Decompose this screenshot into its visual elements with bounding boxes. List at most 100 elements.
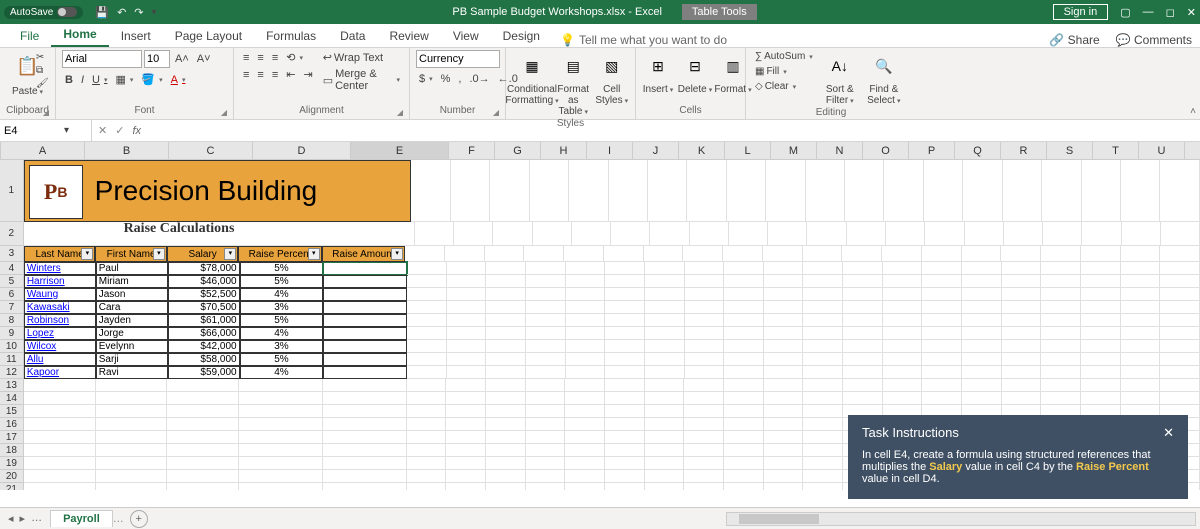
cell[interactable]: [485, 246, 525, 262]
cell[interactable]: [724, 470, 764, 483]
cell[interactable]: [963, 160, 1002, 222]
cell[interactable]: [407, 301, 447, 314]
cell[interactable]: [566, 353, 606, 366]
cell[interactable]: [447, 301, 487, 314]
cell[interactable]: [764, 405, 804, 418]
cell[interactable]: [415, 222, 454, 246]
cell[interactable]: [407, 275, 447, 288]
cell[interactable]: [645, 288, 685, 301]
cell[interactable]: [645, 366, 685, 379]
cell[interactable]: [764, 418, 804, 431]
cell-raise-percent[interactable]: 3%: [240, 340, 324, 353]
cell[interactable]: [843, 327, 883, 340]
cell[interactable]: [1121, 366, 1161, 379]
align-top-icon[interactable]: ≡: [240, 51, 252, 65]
cell[interactable]: [96, 431, 168, 444]
cell-salary[interactable]: $59,000: [168, 366, 240, 379]
cell[interactable]: [323, 405, 407, 418]
cell[interactable]: [764, 288, 804, 301]
cell[interactable]: [883, 301, 923, 314]
cell[interactable]: [1121, 392, 1161, 405]
cell[interactable]: [565, 392, 605, 405]
cell[interactable]: [486, 379, 526, 392]
conditional-formatting-icon[interactable]: ▦: [516, 50, 548, 82]
cell[interactable]: [447, 314, 487, 327]
cell[interactable]: [1081, 314, 1121, 327]
table-header[interactable]: First Name▾: [95, 246, 167, 262]
cell[interactable]: [605, 470, 645, 483]
cell[interactable]: [407, 366, 447, 379]
cell[interactable]: [486, 405, 526, 418]
cell[interactable]: [566, 366, 606, 379]
cell[interactable]: [1002, 353, 1042, 366]
insert-cells-button[interactable]: Insert: [643, 84, 674, 95]
cell[interactable]: [566, 340, 606, 353]
cell[interactable]: [645, 340, 685, 353]
cell[interactable]: [843, 288, 883, 301]
cell-firstname[interactable]: Jorge: [96, 327, 168, 340]
cell[interactable]: [1160, 340, 1200, 353]
cell[interactable]: [24, 405, 96, 418]
cell[interactable]: [843, 301, 883, 314]
cell[interactable]: [1041, 288, 1081, 301]
cell[interactable]: [96, 392, 168, 405]
row-header-4[interactable]: 4: [0, 262, 24, 275]
cell[interactable]: [683, 246, 723, 262]
cell[interactable]: [486, 262, 526, 275]
cell[interactable]: [803, 431, 843, 444]
cell[interactable]: [724, 301, 764, 314]
cell[interactable]: [1043, 222, 1082, 246]
cell[interactable]: [405, 246, 445, 262]
cell[interactable]: [323, 470, 407, 483]
sort-filter-button[interactable]: Sort & Filter: [820, 84, 860, 106]
cell[interactable]: [407, 353, 447, 366]
sheet-nav-first-icon[interactable]: ◂: [8, 512, 14, 525]
cell[interactable]: [605, 301, 645, 314]
cell[interactable]: [645, 262, 685, 275]
cell[interactable]: [922, 366, 962, 379]
cell-lastname[interactable]: Waung: [24, 288, 96, 301]
cell[interactable]: [962, 246, 1002, 262]
cell[interactable]: [729, 222, 768, 246]
cell[interactable]: [96, 457, 168, 470]
column-header-O[interactable]: O: [863, 142, 909, 159]
scrollbar-thumb[interactable]: [739, 514, 819, 524]
cell[interactable]: [526, 392, 566, 405]
cell[interactable]: [1081, 246, 1121, 262]
cell[interactable]: [803, 340, 843, 353]
align-right-icon[interactable]: ≡: [269, 68, 281, 82]
cell[interactable]: [1160, 314, 1200, 327]
cell[interactable]: [605, 314, 645, 327]
cell[interactable]: [922, 327, 962, 340]
cell[interactable]: [764, 483, 804, 490]
cell[interactable]: [526, 457, 566, 470]
cell[interactable]: [1081, 275, 1121, 288]
cell-lastname[interactable]: Kapoor: [24, 366, 96, 379]
cell[interactable]: [764, 444, 804, 457]
cell[interactable]: [609, 160, 648, 222]
cell[interactable]: [764, 457, 804, 470]
cell[interactable]: [566, 262, 606, 275]
cell[interactable]: [486, 301, 526, 314]
cell[interactable]: [724, 483, 764, 490]
close-icon[interactable]: ✕: [1187, 6, 1196, 19]
cell[interactable]: [486, 483, 526, 490]
task-close-icon[interactable]: ✕: [1163, 425, 1174, 441]
cell[interactable]: [645, 444, 685, 457]
cell[interactable]: [486, 366, 526, 379]
column-header-J[interactable]: J: [633, 142, 679, 159]
cell[interactable]: [1002, 301, 1042, 314]
cell[interactable]: [526, 327, 566, 340]
cell[interactable]: [962, 301, 1002, 314]
filter-dropdown-icon[interactable]: ▾: [224, 248, 236, 260]
cell[interactable]: [883, 340, 923, 353]
row-header-20[interactable]: 20: [0, 470, 24, 483]
cell[interactable]: [323, 379, 407, 392]
find-select-icon[interactable]: 🔍: [868, 50, 900, 82]
cell[interactable]: [684, 418, 724, 431]
borders-icon[interactable]: ▦: [112, 72, 136, 87]
cell[interactable]: [764, 470, 804, 483]
cell[interactable]: [486, 275, 526, 288]
cell[interactable]: [1081, 379, 1121, 392]
cell[interactable]: [768, 222, 807, 246]
